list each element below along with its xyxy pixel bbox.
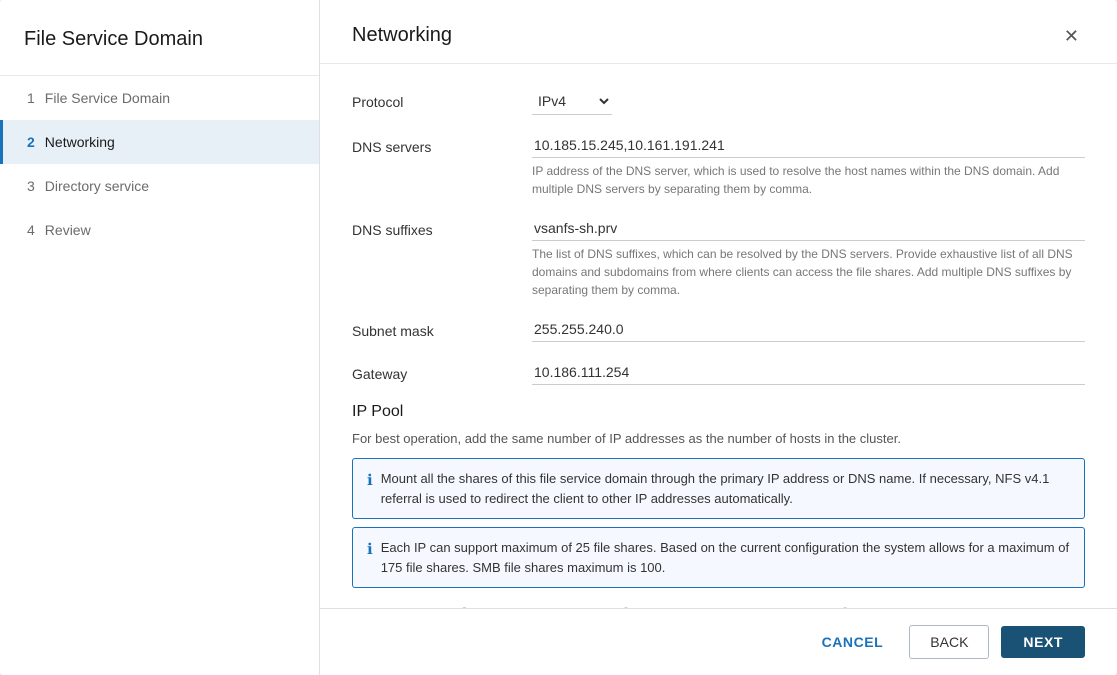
subnet-mask-control	[532, 317, 1085, 342]
info-box-1: ℹ Mount all the shares of this file serv…	[352, 458, 1085, 519]
info-box-2: ℹ Each IP can support maximum of 25 file…	[352, 527, 1085, 588]
step-label-1: File Service Domain	[45, 90, 170, 106]
dns-servers-hint: IP address of the DNS server, which is u…	[532, 162, 1085, 198]
dns-suffixes-hint: The list of DNS suffixes, which can be r…	[532, 245, 1085, 299]
info-icon-2: ℹ	[367, 539, 373, 562]
dns-suffixes-input[interactable]	[532, 216, 1085, 241]
sidebar-step-3[interactable]: 3 Directory service	[0, 164, 319, 208]
info-text-2: Each IP can support maximum of 25 file s…	[381, 538, 1070, 577]
step-label-3: Directory service	[45, 178, 149, 194]
dns-suffixes-row: DNS suffixes The list of DNS suffixes, w…	[352, 216, 1085, 299]
subnet-mask-row: Subnet mask	[352, 317, 1085, 342]
gateway-control	[532, 360, 1085, 385]
ip-pool-desc: For best operation, add the same number …	[352, 431, 1085, 446]
step-num-3: 3	[27, 178, 35, 194]
next-button[interactable]: NEXT	[1001, 626, 1085, 658]
footer: CANCEL BACK NEXT	[320, 608, 1117, 675]
sidebar-title: File Service Domain	[0, 0, 319, 76]
page-title: Networking	[352, 24, 452, 47]
step-label-4: Review	[45, 222, 91, 238]
subnet-mask-input[interactable]	[532, 317, 1085, 342]
gateway-label: Gateway	[352, 360, 532, 382]
step-label-2: Networking	[45, 134, 115, 150]
subnet-mask-label: Subnet mask	[352, 317, 532, 339]
sidebar: File Service Domain 1 File Service Domai…	[0, 0, 320, 675]
info-text-1: Mount all the shares of this file servic…	[381, 469, 1070, 508]
ip-table-header: Primary IP address ⓘ DNS name ⓘ LOOKUP D…	[352, 596, 1085, 608]
ip-pool-title: IP Pool	[352, 403, 1085, 421]
protocol-control: IPv4 IPv6	[532, 88, 1085, 115]
main-header: Networking ✕	[320, 0, 1117, 64]
close-button[interactable]: ✕	[1058, 25, 1085, 47]
cancel-button[interactable]: CANCEL	[808, 626, 898, 658]
protocol-select[interactable]: IPv4 IPv6	[532, 88, 612, 115]
dns-servers-row: DNS servers IP address of the DNS server…	[352, 133, 1085, 198]
dns-servers-label: DNS servers	[352, 133, 532, 155]
dns-servers-input[interactable]	[532, 133, 1085, 158]
protocol-row: Protocol IPv4 IPv6	[352, 88, 1085, 115]
back-button[interactable]: BACK	[909, 625, 989, 659]
step-num-1: 1	[27, 90, 35, 106]
info-icon-1: ℹ	[367, 470, 373, 493]
main-body: Protocol IPv4 IPv6 DNS servers IP addres…	[320, 64, 1117, 608]
sidebar-step-1[interactable]: 1 File Service Domain	[0, 76, 319, 120]
sidebar-step-2[interactable]: 2 Networking	[0, 120, 319, 164]
step-num-2: 2	[27, 134, 35, 150]
sidebar-steps: 1 File Service Domain 2 Networking 3 Dir…	[0, 76, 319, 252]
step-num-4: 4	[27, 222, 35, 238]
dialog: File Service Domain 1 File Service Domai…	[0, 0, 1117, 675]
protocol-label: Protocol	[352, 88, 532, 110]
dns-suffixes-label: DNS suffixes	[352, 216, 532, 238]
dns-suffixes-control: The list of DNS suffixes, which can be r…	[532, 216, 1085, 299]
gateway-row: Gateway	[352, 360, 1085, 385]
sidebar-step-4[interactable]: 4 Review	[0, 208, 319, 252]
dns-servers-control: IP address of the DNS server, which is u…	[532, 133, 1085, 198]
main-content: Networking ✕ Protocol IPv4 IPv6 DNS serv…	[320, 0, 1117, 675]
gateway-input[interactable]	[532, 360, 1085, 385]
